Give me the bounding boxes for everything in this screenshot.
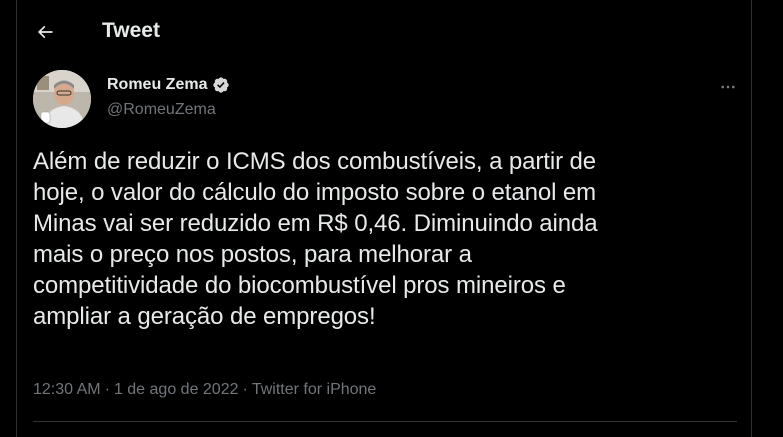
more-options-button[interactable]	[713, 72, 743, 102]
tweet-header: Tweet	[17, 0, 751, 64]
arrow-left-icon	[37, 25, 53, 39]
author-name-text: Romeu Zema	[107, 76, 208, 93]
author-name[interactable]: Romeu Zema	[107, 76, 230, 94]
tweet-text: Além de reduzir o ICMS dos combustíveis,…	[33, 148, 598, 330]
tweet-source[interactable]: Twitter for iPhone	[252, 381, 377, 399]
back-button[interactable]	[27, 14, 63, 50]
avatar-photo	[33, 70, 91, 128]
tweet-date[interactable]: 1 de ago de 2022	[114, 381, 239, 399]
avatar[interactable]	[33, 70, 91, 128]
tweet-time[interactable]: 12:30 AM	[33, 381, 101, 399]
author-handle[interactable]: @RomeuZema	[107, 101, 216, 119]
meta-separator: ·	[104, 381, 110, 398]
tweet-column: Tweet Romeu Zema @RomeuZema Além de redu…	[16, 0, 752, 437]
page-title: Tweet	[102, 19, 160, 42]
tweet-metadata: 12:30 AM · 1 de ago de 2022 · Twitter fo…	[33, 381, 376, 399]
divider	[33, 421, 737, 422]
meta-separator: ·	[242, 381, 248, 398]
verified-badge-icon	[213, 77, 230, 93]
more-dots-icon	[721, 85, 735, 89]
